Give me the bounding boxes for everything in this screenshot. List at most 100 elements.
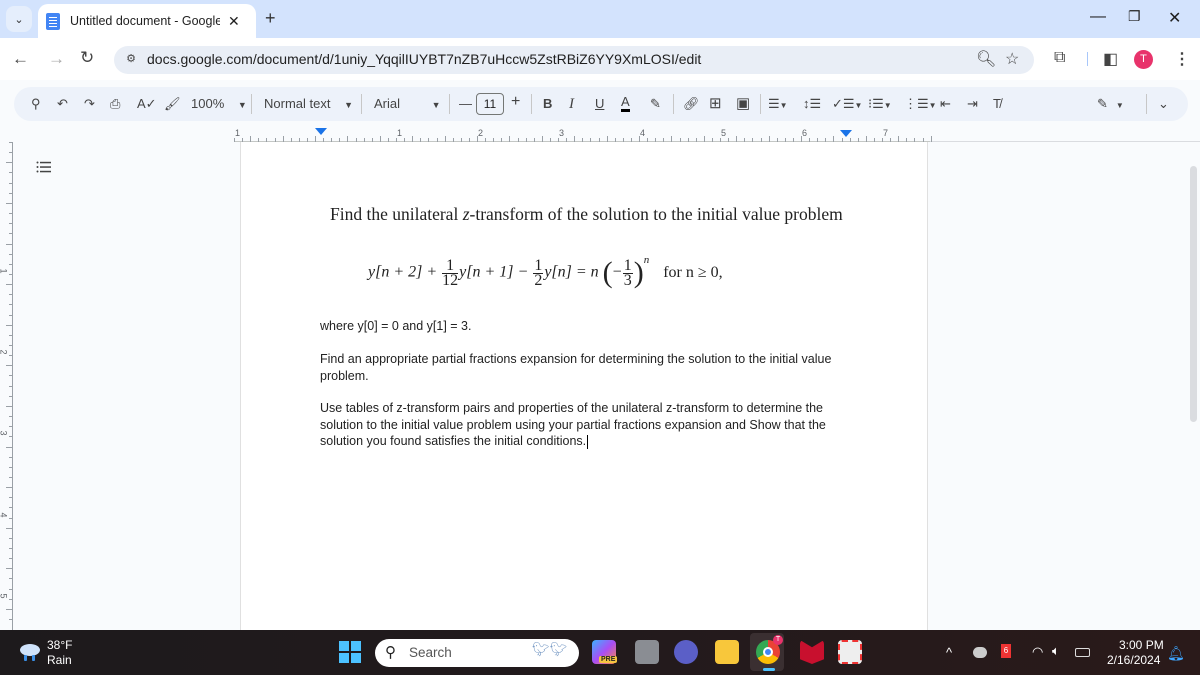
toolbar-divider [531, 94, 532, 114]
reload-icon[interactable]: ↻ [80, 48, 94, 68]
bold-button[interactable]: B [543, 95, 552, 113]
minimize-button[interactable]: — [1090, 8, 1106, 26]
task-view-icon[interactable] [635, 640, 659, 664]
taskbar-search-label[interactable]: Search [409, 645, 452, 660]
profile-avatar[interactable]: T [1134, 50, 1153, 69]
weather-rain-icon[interactable] [18, 642, 42, 662]
url-text[interactable]: docs.google.com/document/d/1uniy_YqqilIU… [147, 51, 701, 67]
insert-image-icon[interactable]: ▣ [736, 95, 750, 113]
paragraph-partial-fractions: Find an appropriate partial fractions ex… [320, 352, 832, 383]
paragraph-style-select[interactable]: Normal text ▼ [264, 95, 353, 114]
horizontal-ruler[interactable] [234, 128, 932, 142]
tab-search-button[interactable]: ⌄ [6, 6, 32, 32]
file-explorer-icon[interactable] [715, 640, 739, 664]
eq-condition: for n ≥ 0, [663, 263, 723, 281]
zoom-select[interactable]: 100% ▼ [191, 95, 247, 114]
vertical-scrollbar[interactable] [1190, 166, 1197, 422]
hide-menus-chevron-icon[interactable]: ⌄ [1158, 95, 1169, 113]
checklist-menu[interactable]: ✓☰▼ [832, 95, 862, 115]
clock-date[interactable]: 2/16/2024 [1107, 653, 1160, 667]
decrease-font-size-button[interactable]: — [459, 95, 472, 113]
ruler-label: 1 [397, 128, 403, 138]
ruler-tick [9, 497, 12, 499]
editing-mode-menu[interactable]: ✎ ▼ [1097, 95, 1124, 115]
ruler-tick [9, 548, 12, 549]
right-indent-marker[interactable] [840, 130, 852, 137]
chevron-down-icon: ⌄ [14, 13, 24, 26]
ruler-tick [6, 487, 12, 489]
weather-condition[interactable]: Rain [47, 653, 72, 667]
volume-icon[interactable]: 🔈︎ [1052, 643, 1060, 659]
ruler-tick [6, 284, 12, 286]
insert-link-icon[interactable]: 🔗︎ [683, 95, 700, 113]
bulleted-list-menu[interactable]: ⁝☰▼ [868, 95, 892, 115]
align-menu[interactable]: ☰▼ [768, 95, 788, 115]
font-select[interactable]: Arial ▼ [374, 95, 441, 114]
forward-icon[interactable]: → [48, 49, 65, 69]
underline-button[interactable]: U [595, 95, 604, 113]
ruler-label: 5 [721, 128, 727, 138]
ruler-tick [9, 375, 12, 377]
font-size-input[interactable]: 11 [476, 93, 504, 115]
ruler-tick [234, 138, 235, 142]
restore-button[interactable]: ❐ [1128, 8, 1141, 25]
onedrive-icon[interactable] [973, 647, 987, 658]
line-spacing-icon[interactable]: ↕☰ [803, 95, 821, 113]
show-hidden-icons-chevron[interactable]: ^ [946, 645, 952, 660]
increase-font-size-button[interactable]: + [511, 93, 520, 111]
ruler-tick [9, 558, 12, 560]
search-highlight-birds-icon[interactable]: 🐦︎🐦︎ [532, 641, 576, 663]
toolbar-divider [449, 94, 450, 114]
bookmark-star-icon[interactable]: ☆ [1005, 49, 1019, 69]
zoom-icon[interactable]: 🔍︎ [976, 49, 996, 69]
search-menus-icon[interactable]: ⚲ [31, 95, 41, 113]
ruler-tick [9, 598, 12, 600]
text-color-button[interactable]: A [621, 95, 630, 112]
spellcheck-icon[interactable]: A✓ [137, 95, 157, 113]
first-line-indent-marker[interactable] [315, 128, 327, 135]
paint-format-icon[interactable]: 🖌︎ [164, 95, 181, 113]
close-window-button[interactable]: ✕ [1168, 8, 1181, 28]
notification-badge-app[interactable]: 6 [1001, 644, 1011, 658]
search-icon: ⚲ [385, 644, 396, 661]
ruler-label: 1 [235, 128, 241, 138]
browser-tab[interactable]: Untitled document - Google Do ✕ [38, 4, 256, 38]
add-comment-icon[interactable]: ⊞ [709, 95, 722, 113]
snipping-tool-icon[interactable] [838, 640, 862, 664]
wifi-icon[interactable]: ◠ [1032, 644, 1043, 660]
side-panel-icon[interactable]: ◧ [1103, 49, 1118, 69]
document-outline-icon[interactable] [36, 161, 51, 173]
battery-icon[interactable] [1075, 648, 1090, 657]
redo-icon[interactable]: ↷ [84, 95, 95, 113]
right-paren: ) [633, 256, 644, 289]
increase-indent-icon[interactable]: ⇥ [967, 95, 978, 113]
menu-kebab-icon[interactable]: ⋮ [1174, 49, 1190, 69]
clock-time[interactable]: 3:00 PM [1119, 638, 1164, 652]
clear-formatting-icon[interactable]: T̸ [993, 95, 1001, 113]
italic-button[interactable]: I [569, 95, 574, 113]
highlight-color-icon[interactable]: ✎ [650, 95, 661, 113]
ruler-label: 6 [802, 128, 808, 138]
site-info-icon[interactable]: ⚙ [123, 52, 139, 68]
back-icon[interactable]: ← [12, 49, 29, 69]
paragraph-tables: Use tables of z-transform pairs and prop… [320, 401, 826, 449]
windows-start-button[interactable] [339, 641, 361, 663]
text-cursor [587, 434, 589, 449]
ruler-tick [9, 192, 12, 194]
weather-temperature[interactable]: 38°F [47, 638, 72, 652]
tab-close-icon[interactable]: ✕ [228, 13, 240, 30]
extensions-icon[interactable]: ⧉ [1054, 49, 1065, 67]
ruler-tick [9, 142, 12, 143]
ruler-tick [6, 446, 12, 448]
teams-meet-icon[interactable] [674, 640, 698, 664]
ruler-tick [9, 213, 12, 215]
vertical-ruler[interactable] [0, 142, 14, 630]
decrease-indent-icon[interactable]: ⇤ [940, 95, 951, 113]
chrome-icon-center [763, 647, 773, 657]
notification-bell-icon[interactable]: 🔔︎ [1167, 645, 1185, 662]
toolbar-divider [760, 94, 761, 114]
new-tab-button[interactable]: + [265, 8, 276, 29]
print-icon[interactable]: ⎙ [110, 95, 120, 113]
undo-icon[interactable]: ↶ [57, 95, 68, 113]
numbered-list-menu[interactable]: ⋮☰▼ [904, 95, 937, 115]
